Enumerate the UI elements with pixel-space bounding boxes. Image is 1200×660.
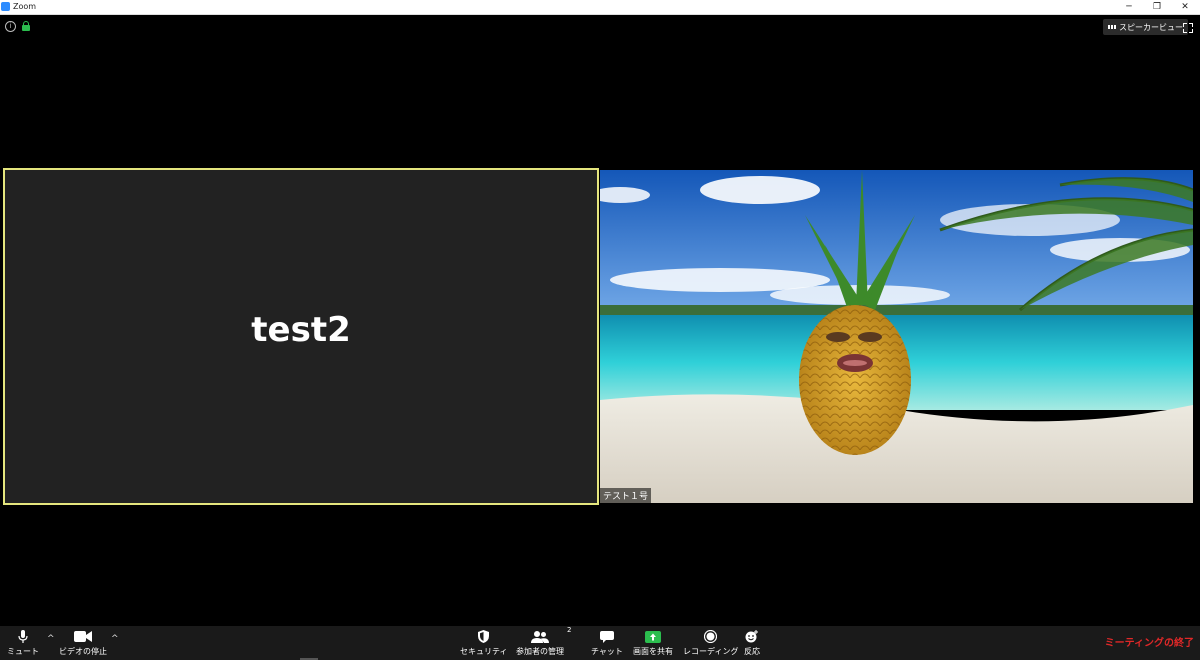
mute-button[interactable]: ミュート [7,630,39,657]
meeting-info-icon[interactable]: i [5,21,16,32]
share-screen-button[interactable]: 画面を共有 [633,630,673,657]
share-screen-icon [645,630,661,643]
participants-label: 参加者の管理 [516,647,564,656]
smiley-icon [745,630,759,643]
chat-label: チャット [591,647,623,656]
window-title: Zoom [13,2,37,11]
share-screen-label: 画面を共有 [633,647,673,656]
security-label: セキュリティ [460,647,508,656]
speaker-view-button[interactable]: スピーカービュー [1103,19,1188,35]
video-options-caret[interactable]: ^ [111,634,119,644]
participant-tile-video[interactable]: テスト１号 [600,170,1193,503]
minimize-button[interactable]: ─ [1115,0,1143,14]
reactions-button[interactable]: 反応 [744,630,760,657]
mute-label: ミュート [7,647,39,656]
microphone-icon [18,630,28,643]
recording-button[interactable]: レコーディング [683,630,738,657]
window-titlebar: Zoom ─ ❐ ✕ [0,0,1200,15]
stop-video-label: ビデオの停止 [59,647,107,656]
fullscreen-icon[interactable] [1183,23,1193,33]
meeting-area: i スピーカービュー test2 テスト１号 [0,15,1200,626]
chat-bubble-icon [599,630,614,643]
video-camera-icon [74,630,92,643]
participants-button[interactable]: 2 参加者の管理 [516,626,571,657]
shield-icon [478,630,490,643]
participants-count-badge: 2 [567,626,572,634]
chat-button[interactable]: チャット [591,630,623,657]
reactions-label: 反応 [744,647,760,656]
audio-options-caret[interactable]: ^ [47,634,55,644]
lock-icon[interactable] [22,21,30,31]
speaker-view-label: スピーカービュー [1119,22,1183,32]
participant-name-tag: テスト１号 [600,488,652,503]
security-button[interactable]: セキュリティ [460,630,508,657]
end-meeting-button[interactable]: ミーティングの終了 [1105,634,1194,649]
recording-label: レコーディング [683,647,739,656]
participant-tile-test2[interactable]: test2 [3,168,599,505]
beach-video-feed [600,170,1193,503]
close-button[interactable]: ✕ [1171,0,1199,14]
stop-video-button[interactable]: ビデオの停止 [59,630,107,657]
restore-button[interactable]: ❐ [1143,0,1171,14]
zoom-app-icon [1,2,10,11]
record-icon [704,630,718,643]
participant-name: test2 [251,310,351,350]
grid-icon [1108,25,1116,29]
meeting-toolbar: ミュート ^ ビデオの停止 ^ セキュリティ 2 参加者の管理 チャット 画面を… [0,626,1200,660]
people-icon: 2 [531,626,571,643]
